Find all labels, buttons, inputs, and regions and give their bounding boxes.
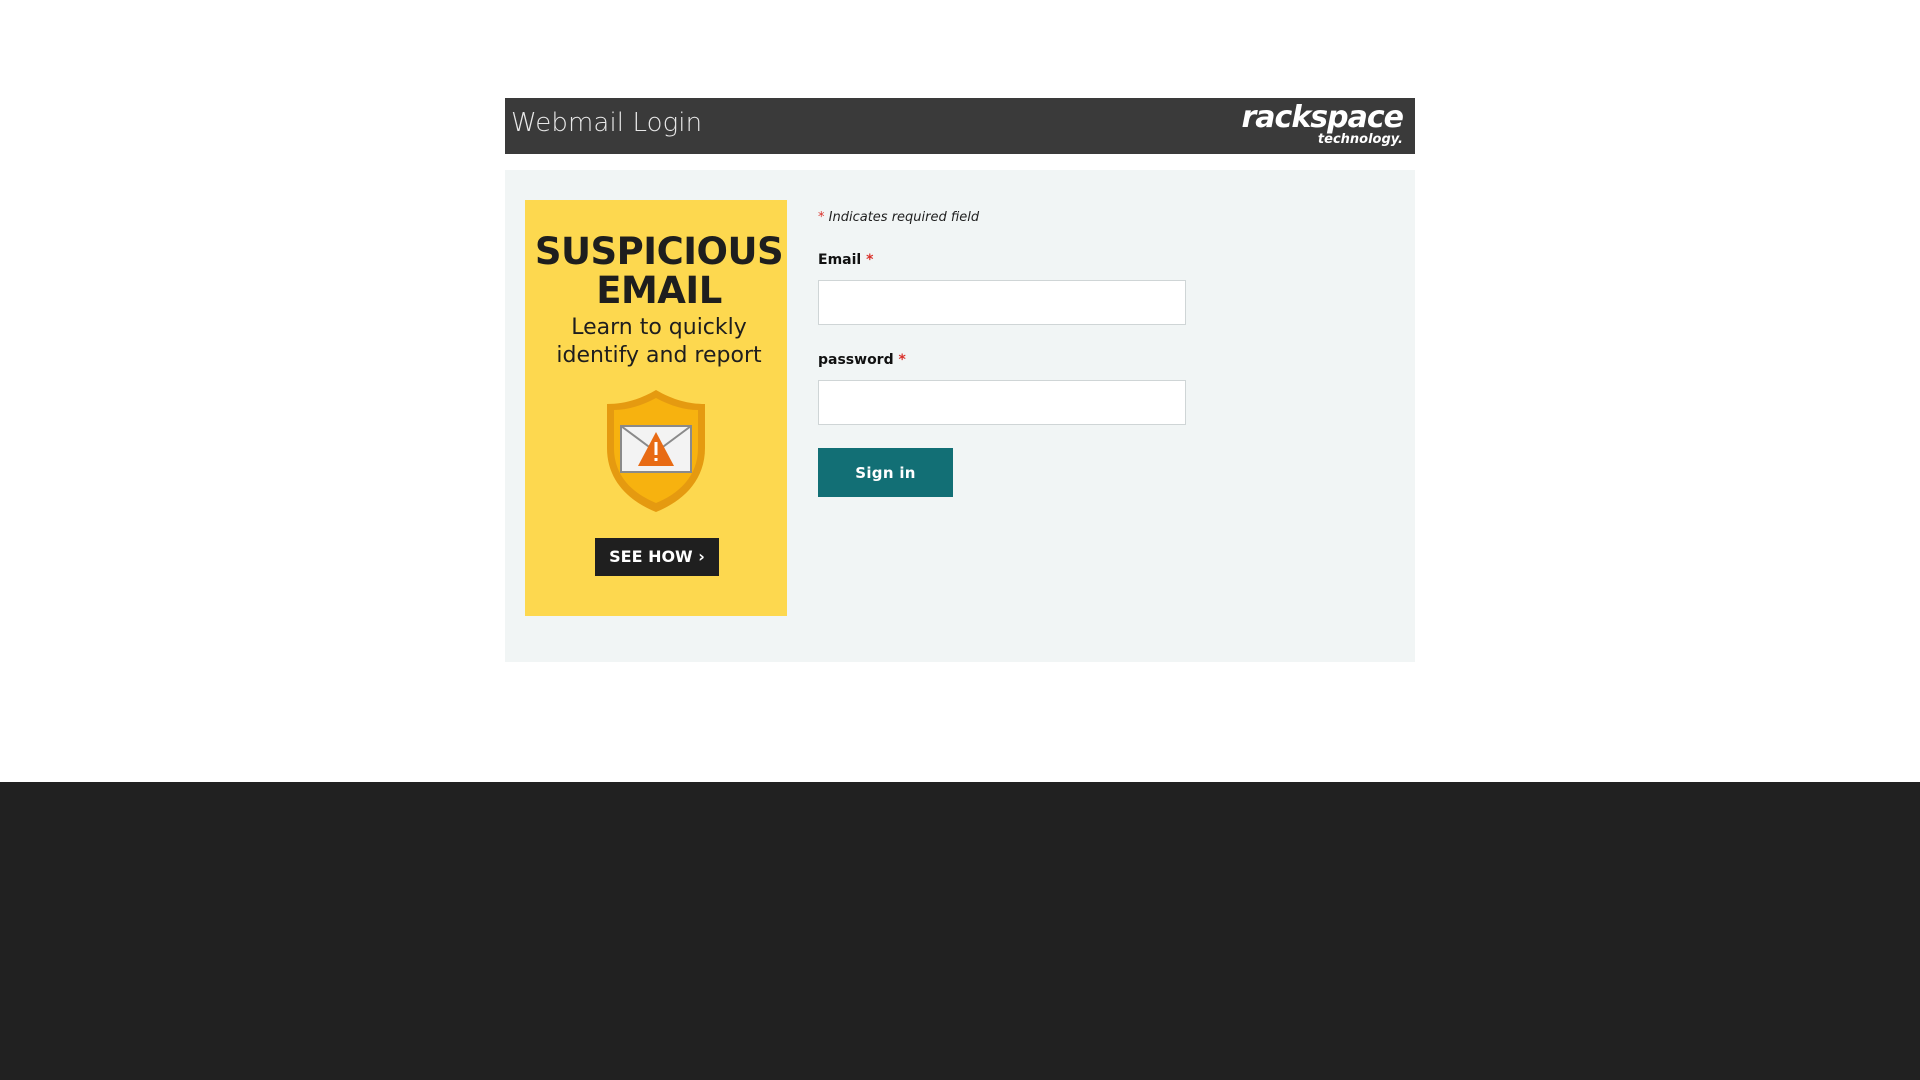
email-field[interactable]	[818, 280, 1186, 325]
brand-name: rackspace	[1241, 100, 1404, 135]
rackspace-logo: rackspace technology.	[1233, 100, 1404, 152]
required-field-note: * Indicates required field	[818, 210, 979, 225]
email-required-asterisk: *	[866, 252, 874, 268]
brand-sub: technology.	[1317, 132, 1403, 147]
page-title: Webmail Login	[511, 108, 703, 138]
promo-subtitle: Learn to quickly identify and report	[525, 314, 793, 370]
header-bar: Webmail Login rackspace technology.	[505, 98, 1415, 154]
promo-title-line2: EMAIL	[596, 269, 722, 312]
password-label-text: password	[818, 352, 894, 368]
promo-title-line1: SUSPICIOUS	[534, 230, 784, 273]
password-required-asterisk: *	[898, 352, 906, 368]
required-asterisk: *	[818, 210, 825, 225]
footer-band	[0, 782, 1920, 1080]
email-label: Email *	[818, 252, 873, 268]
see-how-button[interactable]: SEE HOW ›	[595, 538, 719, 576]
promo-subtitle-line2: identify and report	[556, 343, 762, 368]
email-label-text: Email	[818, 252, 862, 268]
sign-in-button[interactable]: Sign in	[818, 448, 953, 497]
promo-title: SUSPICIOUS EMAIL	[525, 232, 793, 310]
shield-envelope-warning-icon	[607, 390, 705, 512]
login-panel: SUSPICIOUS EMAIL Learn to quickly identi…	[505, 170, 1415, 662]
promo-subtitle-line1: Learn to quickly	[571, 315, 747, 340]
password-label: password *	[818, 352, 906, 368]
suspicious-email-banner[interactable]: SUSPICIOUS EMAIL Learn to quickly identi…	[525, 200, 787, 616]
login-form: * Indicates required field Email * passw…	[818, 170, 1378, 662]
required-note-text: Indicates required field	[828, 210, 980, 225]
password-field[interactable]	[818, 380, 1186, 425]
